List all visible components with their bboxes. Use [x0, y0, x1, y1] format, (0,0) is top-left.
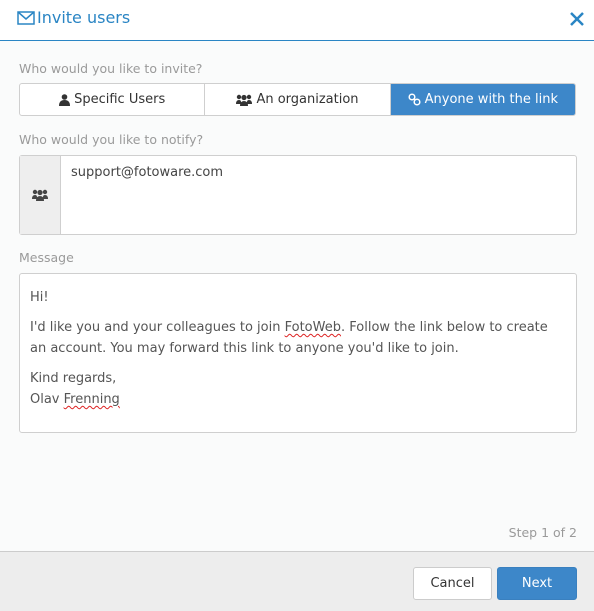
notify-field[interactable]: support@fotoware.com	[19, 155, 577, 235]
dialog-title: Invite users	[17, 8, 130, 27]
message-signature: Olav Frenning	[30, 389, 566, 410]
message-body-start: I'd like you and your colleagues to join	[30, 320, 285, 335]
cancel-button[interactable]: Cancel	[413, 567, 492, 600]
close-button[interactable]	[568, 10, 586, 28]
misspelled-word: FotoWeb	[284, 320, 341, 335]
specific-users-label: Specific Users	[74, 92, 166, 107]
dialog-footer: Cancel Next	[0, 551, 594, 611]
dialog-title-text: Invite users	[37, 8, 131, 27]
invite-label: Who would you like to invite?	[19, 61, 203, 76]
organization-label: An organization	[256, 92, 359, 107]
users-icon	[32, 189, 48, 201]
message-textarea[interactable]: Hi! I'd like you and your colleagues to …	[19, 273, 577, 433]
step-indicator: Step 1 of 2	[508, 525, 577, 540]
message-label: Message	[19, 250, 74, 265]
organization-button[interactable]: An organization	[205, 84, 391, 115]
envelope-icon	[17, 10, 35, 25]
message-body: I'd like you and your colleagues to join…	[30, 317, 566, 359]
signature-last-name: Frenning	[63, 392, 120, 407]
users-icon	[236, 94, 253, 106]
notify-recipient[interactable]: support@fotoware.com	[61, 156, 576, 234]
anyone-with-link-label: Anyone with the link	[424, 92, 558, 107]
dialog-header: Invite users	[0, 0, 594, 41]
anyone-with-link-button[interactable]: Anyone with the link	[390, 84, 575, 115]
invite-type-selector: Specific Users An organization Anyone wi…	[19, 83, 576, 116]
user-icon	[59, 93, 71, 106]
notify-addon	[20, 156, 61, 234]
message-closing: Kind regards,	[30, 371, 117, 386]
message-greeting: Hi!	[30, 290, 49, 305]
next-button[interactable]: Next	[497, 567, 577, 600]
notify-label: Who would you like to notify?	[19, 132, 204, 147]
signature-first-name: Olav	[30, 392, 64, 407]
close-icon	[570, 12, 584, 26]
specific-users-button[interactable]: Specific Users	[20, 84, 206, 115]
link-icon	[408, 93, 421, 106]
